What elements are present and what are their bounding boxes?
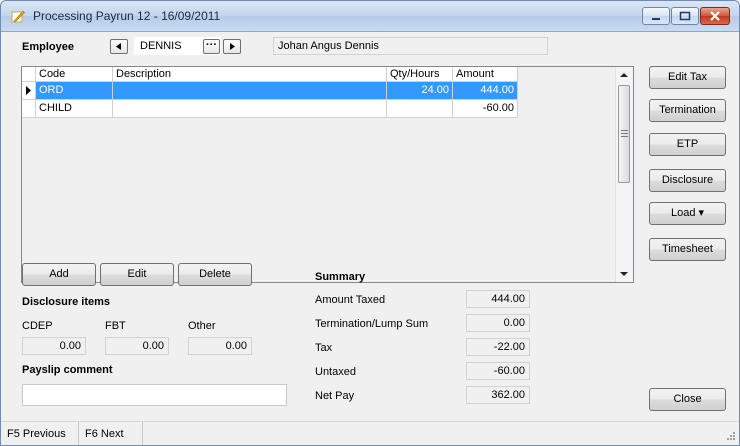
fbt-field: 0.00	[105, 337, 169, 355]
cdep-field: 0.00	[22, 337, 86, 355]
termination-lump-sum-field: 0.00	[466, 314, 530, 332]
cell-description[interactable]	[113, 100, 387, 118]
col-header-code[interactable]: Code	[36, 67, 113, 82]
triangle-left-icon	[116, 43, 121, 50]
row-indicator[interactable]	[22, 82, 36, 100]
title-bar[interactable]: Processing Payrun 12 - 16/09/2011	[1, 1, 739, 32]
client-area: Employee DENNIS ··· Johan Angus Dennis C…	[1, 32, 739, 445]
cell-qty[interactable]	[387, 100, 453, 118]
tax-label: Tax	[315, 342, 333, 354]
cell-amount[interactable]: 444.00	[453, 82, 518, 100]
window-title: Processing Payrun 12 - 16/09/2011	[33, 9, 221, 23]
etp-button[interactable]: ETP	[649, 133, 726, 156]
pencil-icon	[11, 10, 25, 23]
payslip-comment-input[interactable]	[22, 384, 287, 406]
scroll-up-icon[interactable]	[619, 71, 629, 79]
ellipsis-icon: ···	[206, 39, 217, 51]
disclosure-items-title: Disclosure items	[22, 296, 111, 308]
edit-tax-button[interactable]: Edit Tax	[649, 66, 726, 89]
edit-button[interactable]: Edit	[100, 263, 174, 286]
minimize-icon	[652, 18, 660, 20]
delete-button[interactable]: Delete	[178, 263, 252, 286]
amount-taxed-label: Amount Taxed	[315, 294, 386, 306]
employee-label: Employee	[22, 41, 74, 53]
load-menu-button[interactable]: Load ▾	[649, 202, 726, 225]
untaxed-field: -60.00	[466, 362, 530, 380]
scroll-down-icon[interactable]	[619, 270, 629, 278]
maximize-icon	[679, 11, 691, 21]
resize-grip-icon[interactable]	[724, 431, 736, 443]
col-header-amount[interactable]: Amount	[453, 67, 518, 82]
grid-corner	[22, 67, 36, 82]
next-employee-button[interactable]	[223, 39, 241, 54]
employee-name-field: Johan Angus Dennis	[273, 37, 548, 55]
payslip-comment-title: Payslip comment	[22, 364, 113, 376]
tax-field: -22.00	[466, 338, 530, 356]
close-button[interactable]: Close	[649, 388, 726, 411]
termination-button[interactable]: Termination	[649, 99, 726, 122]
status-next[interactable]: F6 Next	[79, 422, 143, 445]
close-window-button[interactable]	[700, 7, 730, 25]
cell-code[interactable]: CHILD	[36, 100, 113, 118]
pay-items-grid[interactable]: Code Description Qty/Hours Amount ORD 24…	[21, 66, 634, 283]
scrollbar-thumb[interactable]	[618, 85, 630, 183]
minimize-button[interactable]	[642, 7, 670, 25]
summary-title: Summary	[315, 271, 366, 283]
untaxed-label: Untaxed	[315, 366, 356, 378]
grip-icon	[621, 130, 628, 137]
close-icon	[710, 11, 720, 21]
cell-code[interactable]: ORD	[36, 82, 113, 100]
previous-employee-button[interactable]	[110, 39, 128, 54]
disclosure-button[interactable]: Disclosure	[649, 169, 726, 192]
status-previous[interactable]: F5 Previous	[1, 422, 79, 445]
payrun-window: Processing Payrun 12 - 16/09/2011 Employ…	[0, 0, 740, 446]
row-indicator[interactable]	[22, 100, 36, 118]
col-header-description[interactable]: Description	[113, 67, 387, 82]
net-pay-field: 362.00	[466, 386, 530, 404]
col-header-qty[interactable]: Qty/Hours	[387, 67, 453, 82]
cell-description[interactable]	[113, 82, 387, 100]
maximize-button[interactable]	[671, 7, 699, 25]
fbt-label: FBT	[105, 320, 126, 332]
status-bar: F5 Previous F6 Next	[1, 421, 739, 445]
triangle-right-icon	[230, 43, 235, 50]
net-pay-label: Net Pay	[315, 390, 355, 402]
cell-qty[interactable]: 24.00	[387, 82, 453, 100]
add-button[interactable]: Add	[22, 263, 96, 286]
timesheet-button[interactable]: Timesheet	[649, 238, 726, 261]
employee-code: DENNIS	[140, 40, 182, 52]
other-field: 0.00	[188, 337, 252, 355]
cell-amount[interactable]: -60.00	[453, 100, 518, 118]
employee-name: Johan Angus Dennis	[278, 40, 379, 52]
grid-vertical-scrollbar[interactable]	[615, 67, 633, 282]
cdep-label: CDEP	[22, 320, 53, 332]
employee-lookup-button[interactable]: ···	[203, 39, 220, 54]
other-label: Other	[188, 320, 216, 332]
termination-lump-sum-label: Termination/Lump Sum	[315, 318, 429, 330]
current-row-arrow-icon	[26, 86, 31, 95]
amount-taxed-field: 444.00	[466, 290, 530, 308]
